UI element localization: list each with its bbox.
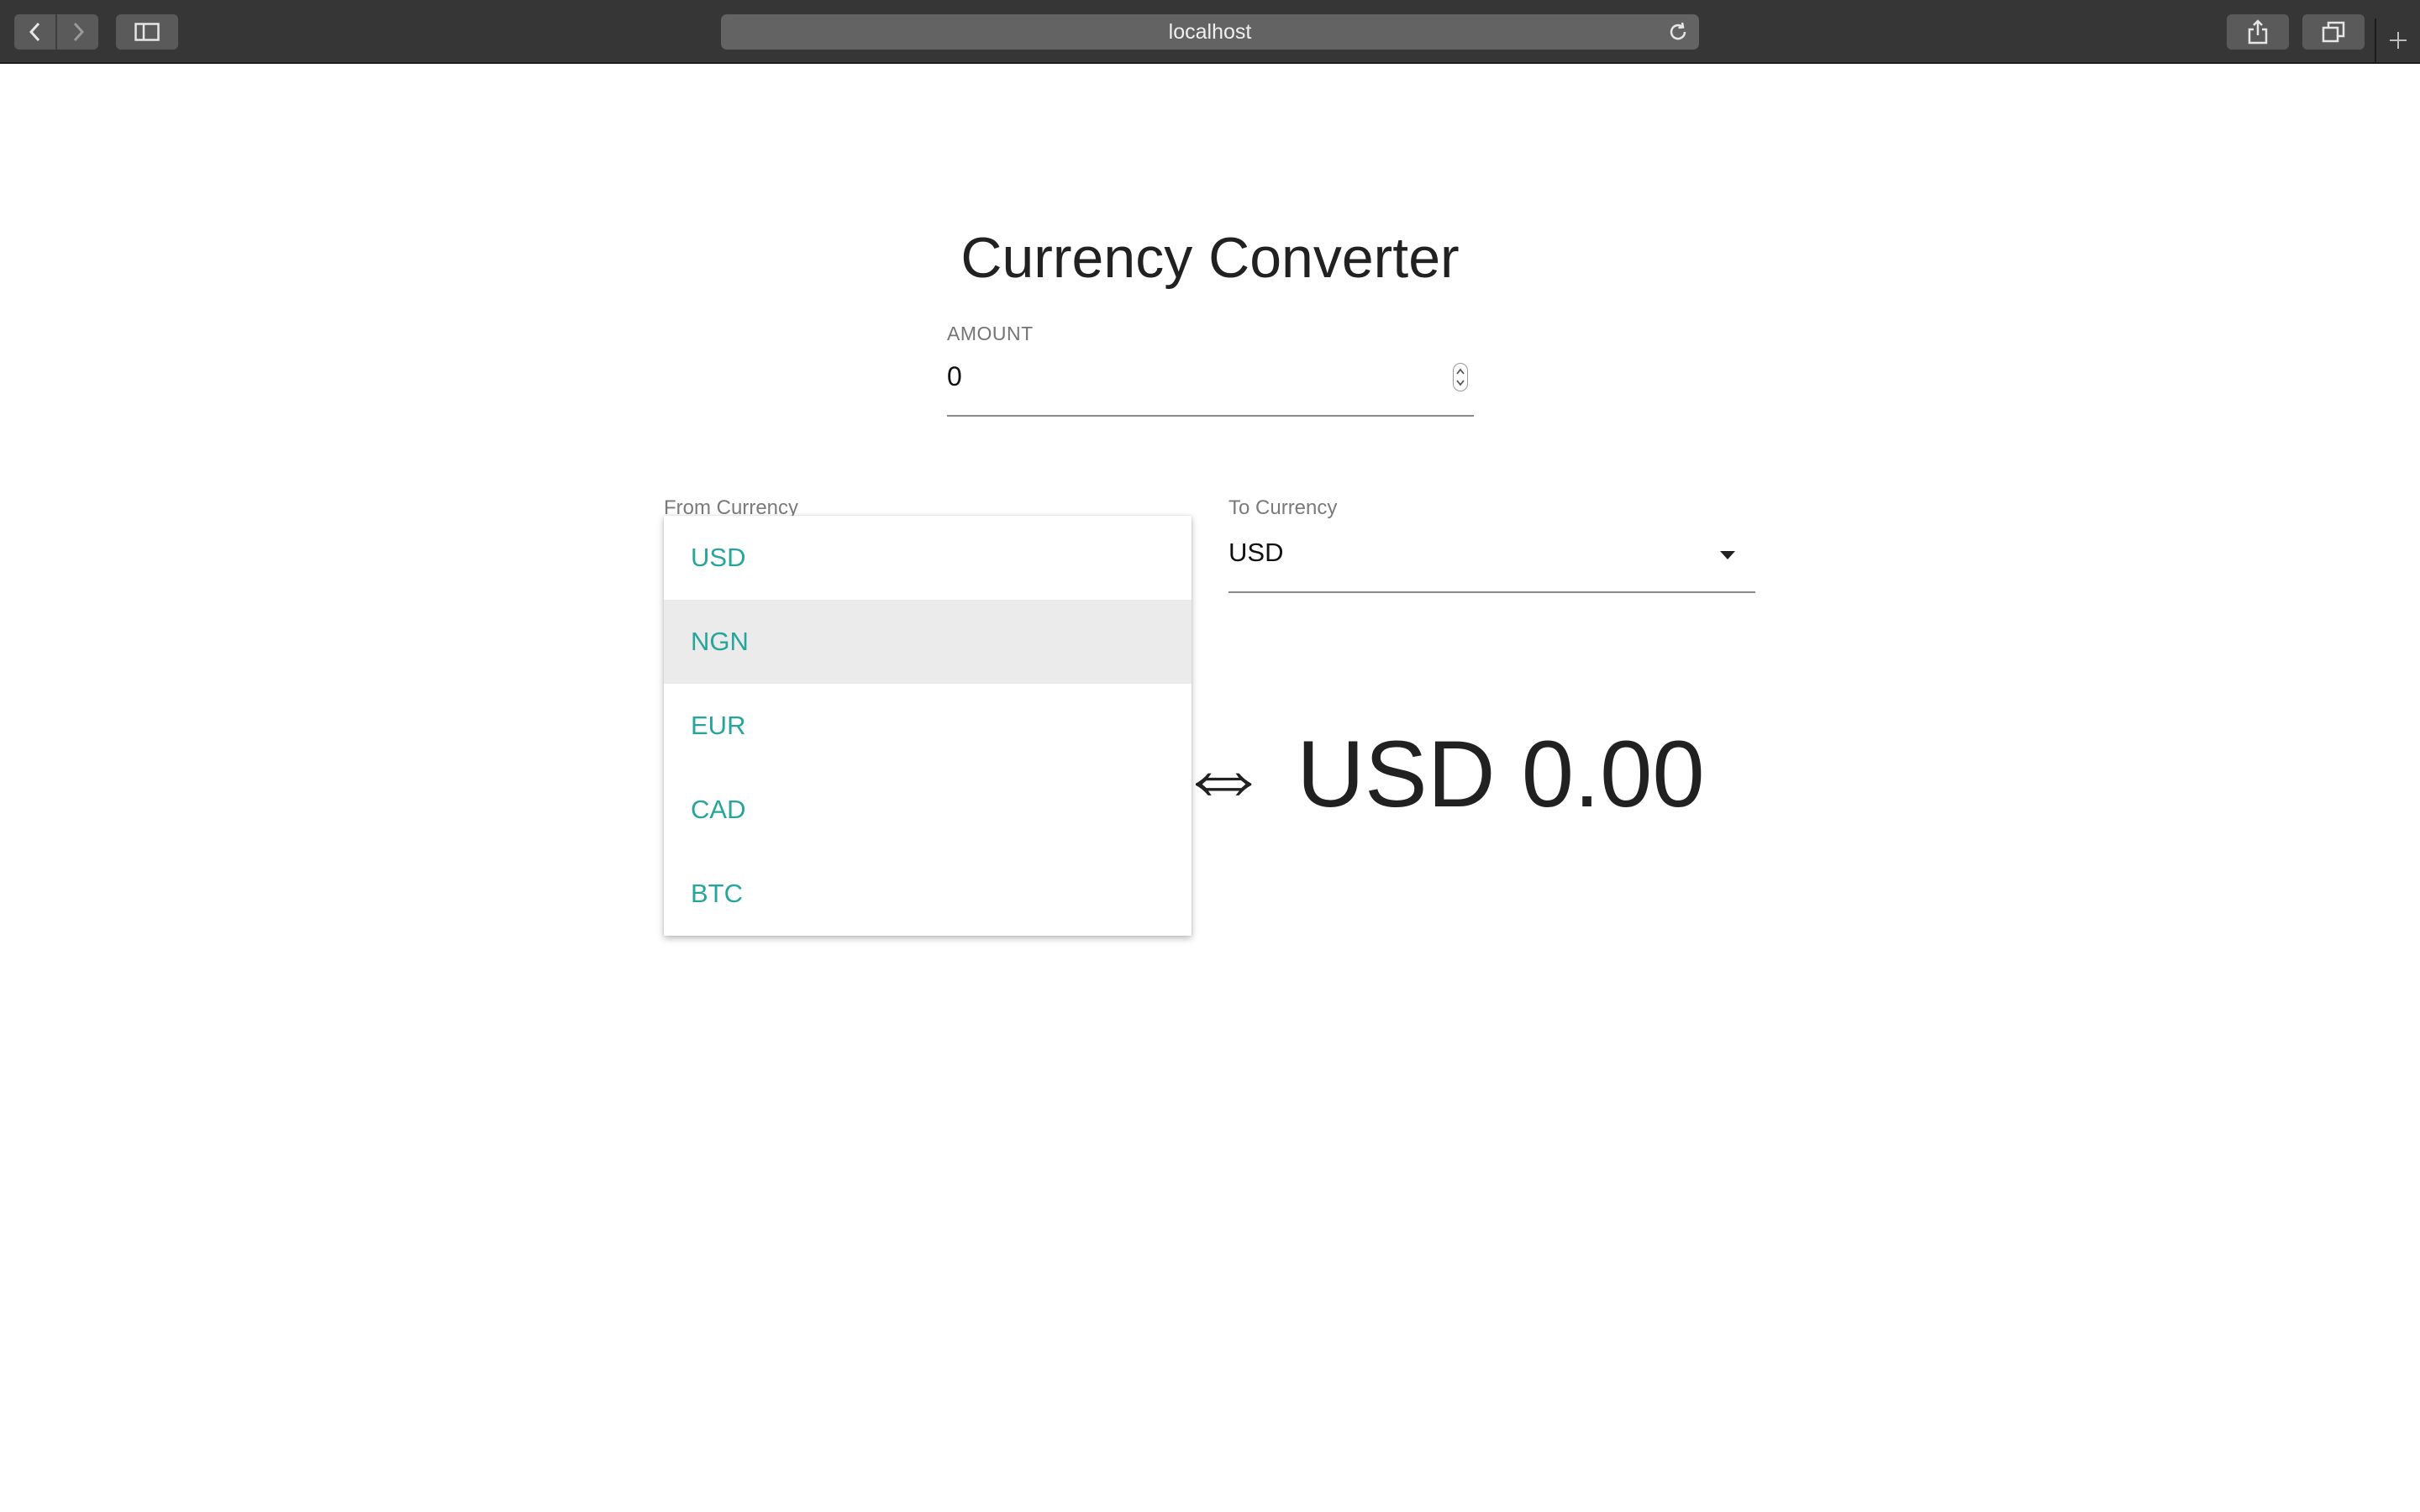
spinner-arrows-icon [1456, 368, 1465, 386]
share-button[interactable] [2227, 14, 2289, 50]
nav-button-group [14, 14, 98, 50]
chevron-left-icon [29, 22, 39, 42]
new-tab-button[interactable] [2375, 18, 2420, 62]
share-icon [2248, 19, 2268, 45]
menu-item-ngn[interactable]: NGN [664, 600, 1192, 684]
plus-icon [2390, 32, 2407, 49]
tabs-overview-icon [2322, 21, 2345, 43]
to-currency-select[interactable]: USD [1228, 528, 1755, 593]
forward-button[interactable] [55, 14, 98, 50]
page-title: Currency Converter [960, 226, 1460, 290]
tabs-button[interactable] [2302, 14, 2365, 50]
caret-down-icon [1720, 551, 1735, 559]
chevron-right-icon [73, 22, 84, 42]
reload-icon[interactable] [1667, 21, 1689, 43]
address-text: localhost [1168, 19, 1252, 44]
back-button[interactable] [14, 14, 55, 50]
address-bar[interactable]: localhost [721, 14, 1699, 50]
browser-toolbar: localhost [0, 0, 2420, 64]
menu-item-cad[interactable]: CAD [664, 768, 1192, 852]
sidebar-button[interactable] [116, 14, 178, 50]
amount-input[interactable] [947, 356, 1418, 396]
menu-item-usd[interactable]: USD [664, 516, 1192, 600]
amount-label: AMOUNT [947, 323, 1034, 344]
menu-item-btc[interactable]: BTC [664, 852, 1192, 936]
amount-field [947, 353, 1474, 417]
amount-spinner[interactable] [1453, 363, 1468, 391]
to-currency-label: To Currency [1228, 496, 1338, 519]
from-currency-menu: USD NGN EUR CAD BTC [664, 516, 1192, 936]
menu-item-eur[interactable]: EUR [664, 684, 1192, 768]
sidebar-icon [134, 23, 160, 41]
conversion-result: ⇔ USD 0.00 [1176, 722, 1705, 827]
to-currency-value: USD [1228, 538, 1284, 567]
